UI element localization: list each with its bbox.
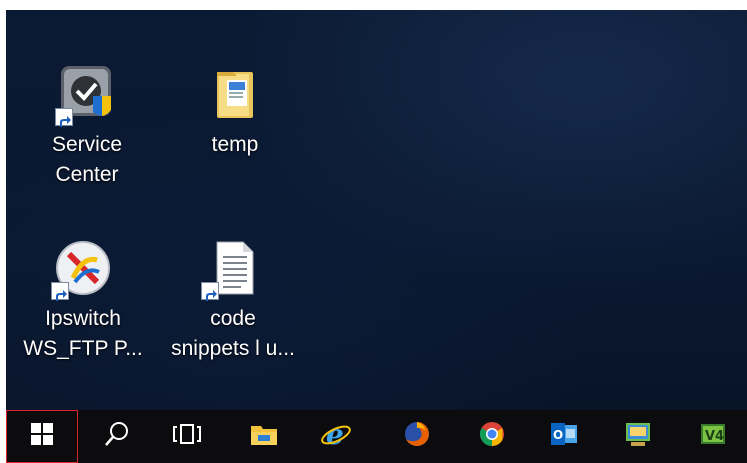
app-button[interactable]	[609, 410, 667, 463]
text-document-icon	[201, 236, 265, 301]
internet-explorer-button[interactable]: e	[307, 410, 365, 463]
shortcut-arrow-icon	[55, 108, 73, 127]
search-icon	[103, 420, 131, 453]
vim-icon: V4	[699, 420, 727, 453]
app-window-icon	[623, 420, 653, 453]
task-view-button[interactable]	[158, 410, 216, 463]
outlook-button[interactable]: O	[535, 410, 593, 463]
file-explorer-button[interactable]	[235, 410, 293, 463]
desktop: Service Center temp Ipswitch WS_FTP P...…	[6, 10, 747, 410]
svg-text:V4: V4	[705, 429, 724, 444]
desktop-icon-temp[interactable]: temp	[170, 62, 300, 160]
desktop-icon-ipswitch[interactable]: Ipswitch WS_FTP P...	[18, 236, 148, 364]
task-view-icon	[172, 422, 202, 451]
folder-icon	[203, 62, 267, 126]
desktop-icon-service-center[interactable]: Service Center	[22, 62, 152, 190]
outlook-icon: O	[549, 420, 579, 453]
start-button-highlight	[6, 410, 78, 463]
taskbar: e O V4	[6, 410, 747, 463]
desktop-icon-label: code snippets l u...	[171, 307, 295, 360]
search-button[interactable]	[88, 410, 146, 463]
firefox-icon	[402, 419, 432, 454]
start-button[interactable]	[6, 410, 78, 463]
firefox-button[interactable]	[388, 410, 446, 463]
vim-button[interactable]: V4	[684, 410, 742, 463]
chrome-icon	[477, 419, 507, 454]
svg-text:e: e	[326, 418, 344, 450]
shortcut-arrow-icon	[51, 282, 69, 301]
ipswitch-ftp-icon	[51, 236, 115, 301]
service-center-icon	[55, 62, 119, 127]
desktop-icon-label: Service Center	[51, 133, 123, 186]
desktop-icon-label: Ipswitch WS_FTP P...	[23, 307, 143, 360]
desktop-icon-code-snippets[interactable]: code snippets l u...	[168, 236, 298, 364]
svg-text:O: O	[553, 428, 563, 442]
file-explorer-icon	[249, 420, 279, 453]
screen: Service Center temp Ipswitch WS_FTP P...…	[0, 0, 747, 463]
internet-explorer-icon: e	[320, 418, 352, 455]
desktop-icon-label: temp	[211, 133, 259, 156]
chrome-button[interactable]	[463, 410, 521, 463]
shortcut-arrow-icon	[201, 282, 219, 301]
